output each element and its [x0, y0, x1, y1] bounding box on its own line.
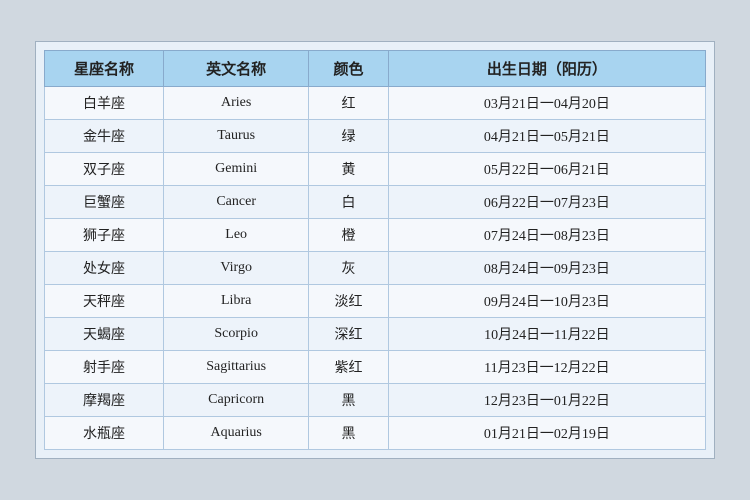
header-zh: 星座名称	[45, 51, 164, 87]
cell-date: 10月24日一11月22日	[388, 318, 705, 351]
cell-zh: 狮子座	[45, 219, 164, 252]
cell-date: 06月22日一07月23日	[388, 186, 705, 219]
header-en: 英文名称	[163, 51, 308, 87]
cell-date: 04月21日一05月21日	[388, 120, 705, 153]
cell-zh: 金牛座	[45, 120, 164, 153]
cell-en: Sagittarius	[163, 351, 308, 384]
cell-date: 01月21日一02月19日	[388, 417, 705, 450]
cell-zh: 天蝎座	[45, 318, 164, 351]
cell-en: Gemini	[163, 153, 308, 186]
cell-color: 深红	[309, 318, 388, 351]
cell-zh: 摩羯座	[45, 384, 164, 417]
cell-zh: 处女座	[45, 252, 164, 285]
cell-en: Aries	[163, 87, 308, 120]
table-row: 狮子座Leo橙07月24日一08月23日	[45, 219, 706, 252]
table-row: 水瓶座Aquarius黑01月21日一02月19日	[45, 417, 706, 450]
cell-en: Aquarius	[163, 417, 308, 450]
table-header-row: 星座名称 英文名称 颜色 出生日期（阳历）	[45, 51, 706, 87]
table-row: 射手座Sagittarius紫红11月23日一12月22日	[45, 351, 706, 384]
table-row: 摩羯座Capricorn黑12月23日一01月22日	[45, 384, 706, 417]
cell-color: 红	[309, 87, 388, 120]
table-row: 金牛座Taurus绿04月21日一05月21日	[45, 120, 706, 153]
cell-en: Capricorn	[163, 384, 308, 417]
cell-date: 07月24日一08月23日	[388, 219, 705, 252]
cell-en: Scorpio	[163, 318, 308, 351]
cell-zh: 水瓶座	[45, 417, 164, 450]
zodiac-table-container: 星座名称 英文名称 颜色 出生日期（阳历） 白羊座Aries红03月21日一04…	[35, 41, 715, 459]
cell-en: Virgo	[163, 252, 308, 285]
cell-en: Cancer	[163, 186, 308, 219]
cell-en: Leo	[163, 219, 308, 252]
cell-zh: 天秤座	[45, 285, 164, 318]
table-row: 处女座Virgo灰08月24日一09月23日	[45, 252, 706, 285]
table-row: 天蝎座Scorpio深红10月24日一11月22日	[45, 318, 706, 351]
cell-color: 灰	[309, 252, 388, 285]
cell-en: Taurus	[163, 120, 308, 153]
cell-color: 绿	[309, 120, 388, 153]
cell-color: 紫红	[309, 351, 388, 384]
cell-date: 08月24日一09月23日	[388, 252, 705, 285]
cell-color: 白	[309, 186, 388, 219]
cell-color: 黑	[309, 417, 388, 450]
header-color: 颜色	[309, 51, 388, 87]
table-row: 巨蟹座Cancer白06月22日一07月23日	[45, 186, 706, 219]
cell-date: 12月23日一01月22日	[388, 384, 705, 417]
zodiac-table: 星座名称 英文名称 颜色 出生日期（阳历） 白羊座Aries红03月21日一04…	[44, 50, 706, 450]
table-row: 白羊座Aries红03月21日一04月20日	[45, 87, 706, 120]
table-row: 天秤座Libra淡红09月24日一10月23日	[45, 285, 706, 318]
cell-zh: 白羊座	[45, 87, 164, 120]
cell-color: 橙	[309, 219, 388, 252]
cell-color: 淡红	[309, 285, 388, 318]
header-date: 出生日期（阳历）	[388, 51, 705, 87]
cell-date: 09月24日一10月23日	[388, 285, 705, 318]
cell-date: 11月23日一12月22日	[388, 351, 705, 384]
cell-en: Libra	[163, 285, 308, 318]
cell-date: 05月22日一06月21日	[388, 153, 705, 186]
cell-zh: 射手座	[45, 351, 164, 384]
cell-date: 03月21日一04月20日	[388, 87, 705, 120]
table-row: 双子座Gemini黄05月22日一06月21日	[45, 153, 706, 186]
cell-zh: 双子座	[45, 153, 164, 186]
cell-color: 黑	[309, 384, 388, 417]
cell-zh: 巨蟹座	[45, 186, 164, 219]
cell-color: 黄	[309, 153, 388, 186]
